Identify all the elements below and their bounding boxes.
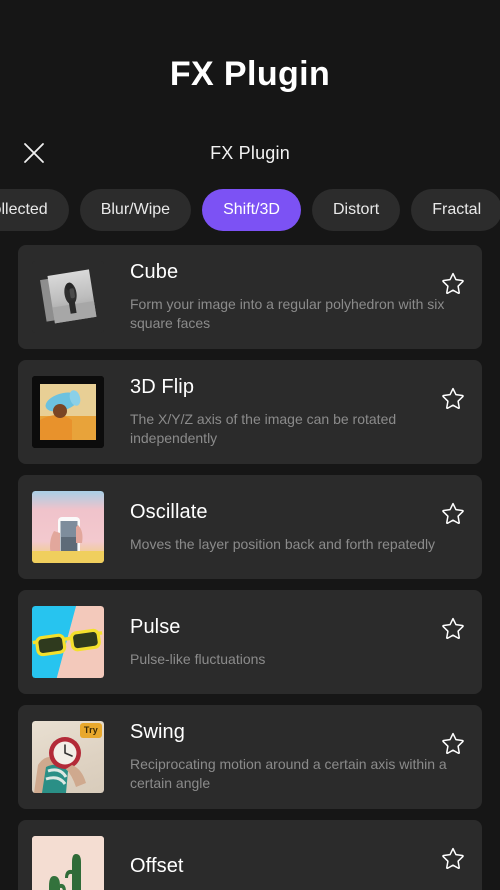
effect-name: Cube <box>130 261 179 284</box>
effect-text: Swing Reciprocating motion around a cert… <box>104 721 468 792</box>
close-icon <box>23 142 45 164</box>
list-item[interactable]: Offset <box>18 819 482 890</box>
close-button[interactable] <box>16 135 52 171</box>
effect-description: Form your image into a regular polyhedro… <box>130 296 445 331</box>
tab-collected[interactable]: Collected <box>0 188 69 231</box>
effect-name: Offset <box>130 854 184 877</box>
3d-flip-thumbnail <box>32 375 104 448</box>
favorite-button[interactable] <box>438 613 468 643</box>
tab-label: Distort <box>332 200 380 218</box>
category-tabs[interactable]: Collected Blur/Wipe Shift/3D Distort Fra… <box>0 187 500 233</box>
cube-thumbnail <box>32 260 104 333</box>
fx-plugin-screen: FX Plugin FX Plugin Collected Blur/Wipe … <box>0 0 500 890</box>
effect-description: The X/Y/Z axis of the image can be rotat… <box>130 411 397 446</box>
list-item[interactable]: Oscillate Moves the layer position back … <box>18 474 482 579</box>
try-badge: Try <box>79 722 102 738</box>
favorite-button[interactable] <box>438 728 468 758</box>
favorite-button[interactable] <box>438 383 468 413</box>
list-item[interactable]: Pulse Pulse-like fluctuations <box>18 589 482 694</box>
tab-distort[interactable]: Distort <box>311 188 401 231</box>
tab-blur-wipe[interactable]: Blur/Wipe <box>79 188 192 231</box>
effect-text: 3D Flip The X/Y/Z axis of the image can … <box>104 376 468 447</box>
tab-label: Shift/3D <box>223 200 280 218</box>
favorite-button[interactable] <box>438 843 468 873</box>
star-outline-icon <box>441 616 465 640</box>
tab-label: Collected <box>0 200 48 218</box>
tab-fractal[interactable]: Fractal <box>411 188 500 231</box>
pulse-thumbnail <box>32 605 104 678</box>
list-item[interactable]: Try Swing Reciprocating motion around a … <box>18 704 482 809</box>
effect-list: Cube Form your image into a regular poly… <box>0 244 500 890</box>
star-outline-icon <box>441 386 465 410</box>
effect-description: Pulse-like fluctuations <box>130 650 266 667</box>
effect-text: Pulse Pulse-like fluctuations <box>104 616 468 668</box>
star-outline-icon <box>441 271 465 295</box>
effect-text: Cube Form your image into a regular poly… <box>104 261 468 332</box>
page-title: FX Plugin <box>169 55 331 93</box>
effect-description: Moves the layer position back and forth … <box>130 535 436 552</box>
favorite-button[interactable] <box>438 498 468 528</box>
effect-name: Pulse <box>130 615 181 638</box>
tab-shift-3d[interactable]: Shift/3D <box>202 188 301 231</box>
tab-label: Fractal <box>432 200 482 218</box>
sheet-header: FX Plugin <box>0 124 500 183</box>
effect-name: Oscillate <box>130 500 208 523</box>
star-outline-icon <box>441 731 465 755</box>
tab-label: Blur/Wipe <box>100 200 171 218</box>
offset-thumbnail <box>32 835 104 890</box>
favorite-button[interactable] <box>438 268 468 298</box>
sheet-title: FX Plugin <box>210 142 290 163</box>
effect-text: Oscillate Moves the layer position back … <box>104 501 468 553</box>
star-outline-icon <box>441 501 465 525</box>
list-item[interactable]: Cube Form your image into a regular poly… <box>18 244 482 349</box>
swing-thumbnail: Try <box>32 720 104 793</box>
effect-description: Reciprocating motion around a certain ax… <box>130 756 447 791</box>
effect-name: Swing <box>130 721 185 744</box>
oscillate-thumbnail <box>32 490 104 563</box>
star-outline-icon <box>441 846 465 870</box>
effect-text: Offset <box>104 855 468 889</box>
list-item[interactable]: 3D Flip The X/Y/Z axis of the image can … <box>18 359 482 464</box>
effect-name: 3D Flip <box>130 376 195 399</box>
